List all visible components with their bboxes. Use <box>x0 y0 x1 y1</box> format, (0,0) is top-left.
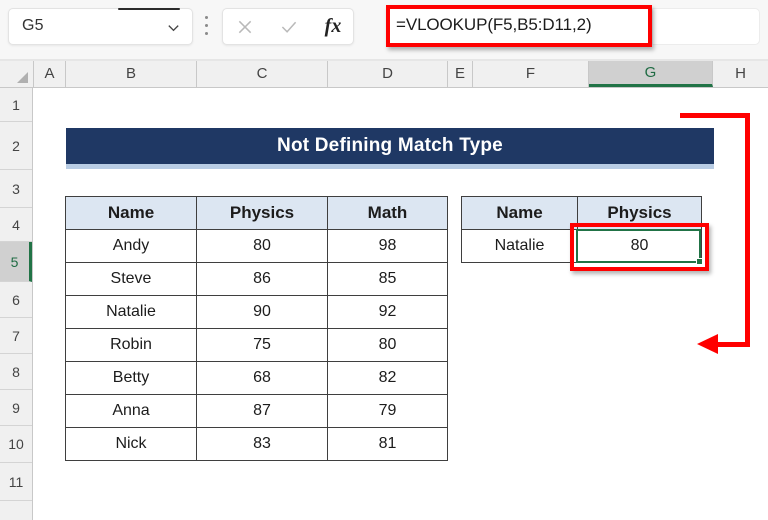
cell-name[interactable]: Anna <box>65 394 197 428</box>
column-header-E[interactable]: E <box>448 61 473 87</box>
callout-arrow-icon <box>697 334 718 354</box>
cell-math[interactable]: 79 <box>327 394 448 428</box>
name-box-value: G5 <box>22 17 44 34</box>
table-row[interactable]: Robin 75 80 <box>65 328 448 362</box>
cell-physics[interactable]: 75 <box>196 328 328 362</box>
table-row[interactable]: Andy 80 98 <box>65 229 448 263</box>
row-header-5[interactable]: 5 <box>0 242 32 282</box>
formula-input[interactable]: =VLOOKUP(F5,B5:D11,2) <box>396 15 592 35</box>
cell-physics[interactable]: 68 <box>196 361 328 395</box>
row-header-11[interactable]: 11 <box>0 463 32 501</box>
table-header-row: Name Physics Math <box>65 196 448 230</box>
row-header-column: 1 2 3 4 5 6 7 8 9 10 11 <box>0 88 33 520</box>
formula-input-wrap: =VLOOKUP(F5,B5:D11,2) <box>386 5 652 47</box>
column-header-G[interactable]: G <box>589 61 713 87</box>
name-box[interactable]: G5 <box>8 8 193 45</box>
enter-button[interactable] <box>267 9 311 44</box>
callout-line-top <box>680 113 750 118</box>
row-header-7[interactable]: 7 <box>0 318 32 354</box>
cell-name[interactable]: Natalie <box>65 295 197 329</box>
callout-line-bottom <box>717 342 750 347</box>
column-header-physics: Physics <box>196 196 328 230</box>
row-header-8[interactable]: 8 <box>0 354 32 390</box>
row-header-9[interactable]: 9 <box>0 390 32 426</box>
row-header-6[interactable]: 6 <box>0 282 32 318</box>
cell-physics[interactable]: 83 <box>196 427 328 461</box>
formula-bar-area: G5 fx =VLOOKUP(F5,B5:D11,2) <box>0 0 768 61</box>
cell-math[interactable]: 98 <box>327 229 448 263</box>
cell-math[interactable]: 85 <box>327 262 448 296</box>
cell-name[interactable]: Andy <box>65 229 197 263</box>
column-header-A[interactable]: A <box>34 61 66 87</box>
column-header-C[interactable]: C <box>197 61 328 87</box>
main-data-table[interactable]: Name Physics Math Andy 80 98 Steve 86 85… <box>65 196 448 461</box>
row-header-3[interactable]: 3 <box>0 170 32 208</box>
row-header-4[interactable]: 4 <box>0 208 32 242</box>
column-header-name: Name <box>65 196 197 230</box>
name-box-accent <box>118 8 180 10</box>
cell-name[interactable]: Betty <box>65 361 197 395</box>
column-header-D[interactable]: D <box>328 61 448 87</box>
table-row[interactable]: Nick 83 81 <box>65 427 448 461</box>
formula-input-tail[interactable] <box>652 8 760 45</box>
cell-name[interactable]: Nick <box>65 427 197 461</box>
worksheet-grid[interactable]: Not Defining Match Type Name Physics Mat… <box>34 88 768 520</box>
cell-math[interactable]: 80 <box>327 328 448 362</box>
cancel-button[interactable] <box>223 9 267 44</box>
table-row[interactable]: Anna 87 79 <box>65 394 448 428</box>
table-row[interactable]: Steve 86 85 <box>65 262 448 296</box>
column-header-B[interactable]: B <box>66 61 197 87</box>
more-options-icon[interactable] <box>205 16 209 37</box>
insert-function-button[interactable]: fx <box>311 9 355 44</box>
table-row[interactable]: Betty 68 82 <box>65 361 448 395</box>
row-header-1[interactable]: 1 <box>0 88 32 122</box>
row-header-2[interactable]: 2 <box>0 122 32 170</box>
column-header-F[interactable]: F <box>473 61 589 87</box>
column-header-row: A B C D E F G H <box>0 61 768 149</box>
callout-line-vertical <box>745 113 750 345</box>
lookup-column-header-name: Name <box>461 196 578 230</box>
cell-math[interactable]: 92 <box>327 295 448 329</box>
cell-name[interactable]: Steve <box>65 262 197 296</box>
column-header-H[interactable]: H <box>713 61 768 87</box>
result-cell-highlight-box <box>570 223 709 271</box>
table-row[interactable]: Natalie 90 92 <box>65 295 448 329</box>
cell-name[interactable]: Robin <box>65 328 197 362</box>
page-title: Not Defining Match Type <box>277 135 503 156</box>
formula-action-buttons: fx <box>222 8 354 45</box>
select-all-icon <box>17 72 28 83</box>
banner-underline <box>66 164 714 169</box>
cell-math[interactable]: 81 <box>327 427 448 461</box>
column-header-math: Math <box>327 196 448 230</box>
cell-physics[interactable]: 86 <box>196 262 328 296</box>
cell-physics[interactable]: 87 <box>196 394 328 428</box>
row-header-10[interactable]: 10 <box>0 426 32 463</box>
cell-math[interactable]: 82 <box>327 361 448 395</box>
lookup-cell-name[interactable]: Natalie <box>461 229 578 263</box>
sheet-title-banner: Not Defining Match Type <box>66 128 714 164</box>
select-all-button[interactable] <box>0 61 34 87</box>
excel-window: G5 fx =VLOOKUP(F5,B5:D11,2) A B C D E F … <box>0 0 768 520</box>
chevron-down-icon[interactable] <box>166 20 181 35</box>
cell-physics[interactable]: 90 <box>196 295 328 329</box>
cell-physics[interactable]: 80 <box>196 229 328 263</box>
